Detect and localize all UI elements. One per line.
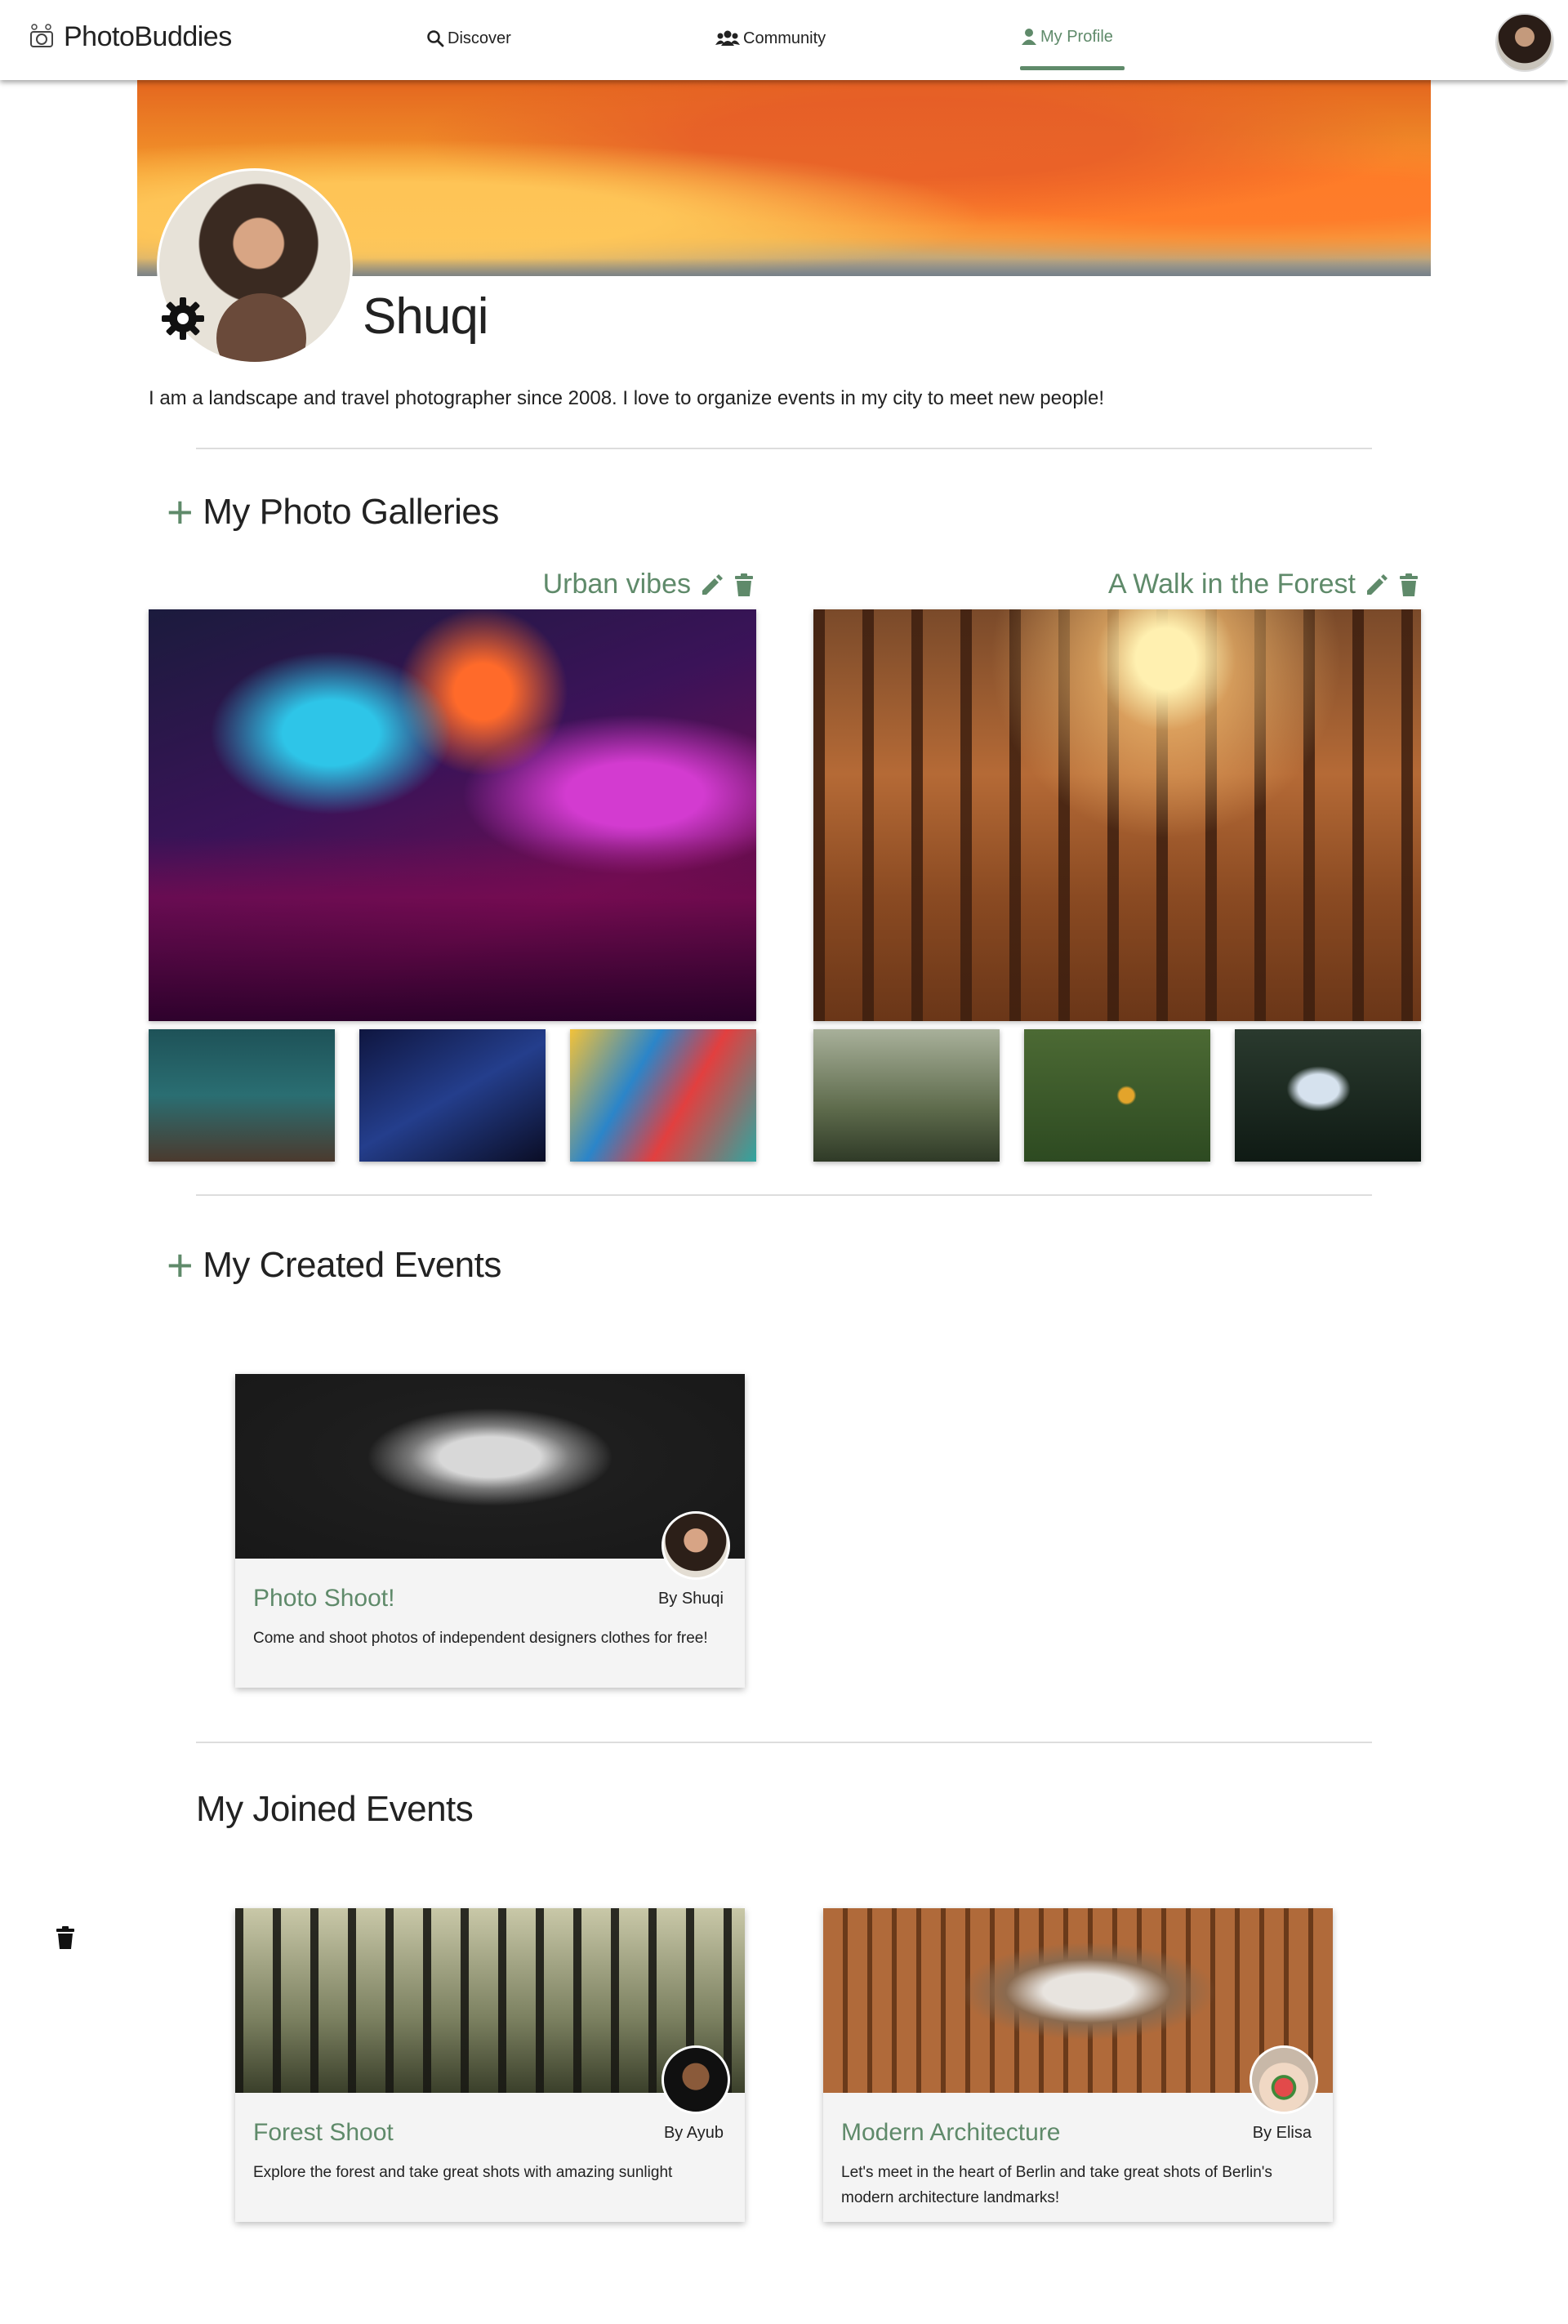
galleries-title: My Photo Galleries (203, 492, 499, 532)
event-description: Come and shoot photos of independent des… (253, 1630, 708, 1647)
event-title: Photo Shoot! (253, 1585, 395, 1612)
delete-gallery-button[interactable] (732, 572, 756, 598)
gallery-title[interactable]: Urban vibes (543, 569, 691, 600)
event-description: Explore the forest and take great shots … (253, 2164, 673, 2181)
gallery-thumbnails (149, 1029, 756, 1162)
user-icon (1022, 29, 1036, 45)
joined-events-section-title: My Joined Events (196, 1789, 474, 1830)
event-description: Let's meet in the heart of Berlin and ta… (841, 2164, 1272, 2206)
gallery-card: Urban vibes (149, 569, 756, 1165)
created-events-title: My Created Events (203, 1245, 501, 1285)
nav-discover-label: Discover (448, 29, 511, 47)
trash-icon (1400, 573, 1418, 596)
organizer-avatar[interactable] (662, 2045, 730, 2114)
top-nav: PhotoBuddies Discover Community My Profi… (0, 0, 1568, 80)
gallery-thumbnail[interactable] (1024, 1029, 1210, 1162)
user-avatar[interactable] (1495, 13, 1554, 72)
gallery-header: Urban vibes (543, 569, 756, 600)
pencil-icon (702, 573, 723, 595)
nav-my-profile[interactable]: My Profile (1021, 23, 1113, 51)
add-event-plus-icon[interactable]: + (167, 1242, 194, 1288)
profile-bio: I am a landscape and travel photographer… (149, 387, 1105, 409)
gear-icon[interactable] (158, 294, 207, 343)
gallery-cover-photo[interactable] (149, 609, 756, 1021)
nav-community[interactable]: Community (715, 25, 826, 52)
gallery-thumbnail[interactable] (149, 1029, 335, 1162)
profile-name: Shuqi (363, 288, 489, 345)
camera-logo-icon (30, 23, 53, 47)
gallery-title[interactable]: A Walk in the Forest (1108, 569, 1356, 600)
edit-gallery-button[interactable] (1364, 573, 1388, 597)
users-icon (715, 30, 740, 46)
event-title: Modern Architecture (841, 2119, 1061, 2146)
event-title: Forest Shoot (253, 2119, 394, 2146)
created-events-section-title: + My Created Events (167, 1242, 501, 1288)
event-organizer: By Shuqi (657, 1590, 724, 1608)
event-organizer: By Ayub (663, 2124, 724, 2142)
event-card[interactable]: Modern Architecture By Elisa Let's meet … (823, 1908, 1333, 2222)
gallery-cover-photo[interactable] (813, 609, 1421, 1021)
active-tab-indicator (1020, 66, 1125, 70)
divider (196, 1742, 1372, 1743)
search-icon (427, 30, 444, 47)
delete-gallery-button[interactable] (1396, 572, 1421, 598)
organizer-avatar[interactable] (1250, 2045, 1318, 2114)
divider (196, 448, 1372, 449)
trash-icon[interactable] (54, 1925, 77, 1951)
nav-my-profile-label: My Profile (1040, 27, 1113, 46)
galleries-section-title: + My Photo Galleries (167, 489, 499, 535)
gallery-thumbnail[interactable] (1235, 1029, 1421, 1162)
brand-name: PhotoBuddies (64, 21, 232, 52)
trash-icon (735, 573, 753, 596)
gallery-thumbnails (813, 1029, 1421, 1162)
event-card[interactable]: Forest Shoot By Ayub Explore the forest … (235, 1908, 745, 2222)
gallery-card: A Walk in the Forest (813, 569, 1421, 1165)
nav-discover[interactable]: Discover (426, 25, 511, 52)
organizer-avatar[interactable] (662, 1511, 730, 1580)
gallery-thumbnail[interactable] (359, 1029, 546, 1162)
divider (196, 1194, 1372, 1196)
gallery-thumbnail[interactable] (813, 1029, 1000, 1162)
add-gallery-plus-icon[interactable]: + (167, 489, 194, 535)
pencil-icon (1367, 573, 1388, 595)
joined-events-title: My Joined Events (196, 1789, 474, 1829)
brand[interactable]: PhotoBuddies (26, 21, 232, 53)
event-card[interactable]: Photo Shoot! By Shuqi Come and shoot pho… (235, 1374, 745, 1688)
nav-community-label: Community (743, 29, 826, 47)
gallery-thumbnail[interactable] (570, 1029, 756, 1162)
gallery-header: A Walk in the Forest (1108, 569, 1421, 600)
event-organizer: By Elisa (1252, 2124, 1312, 2142)
edit-gallery-button[interactable] (699, 573, 724, 597)
